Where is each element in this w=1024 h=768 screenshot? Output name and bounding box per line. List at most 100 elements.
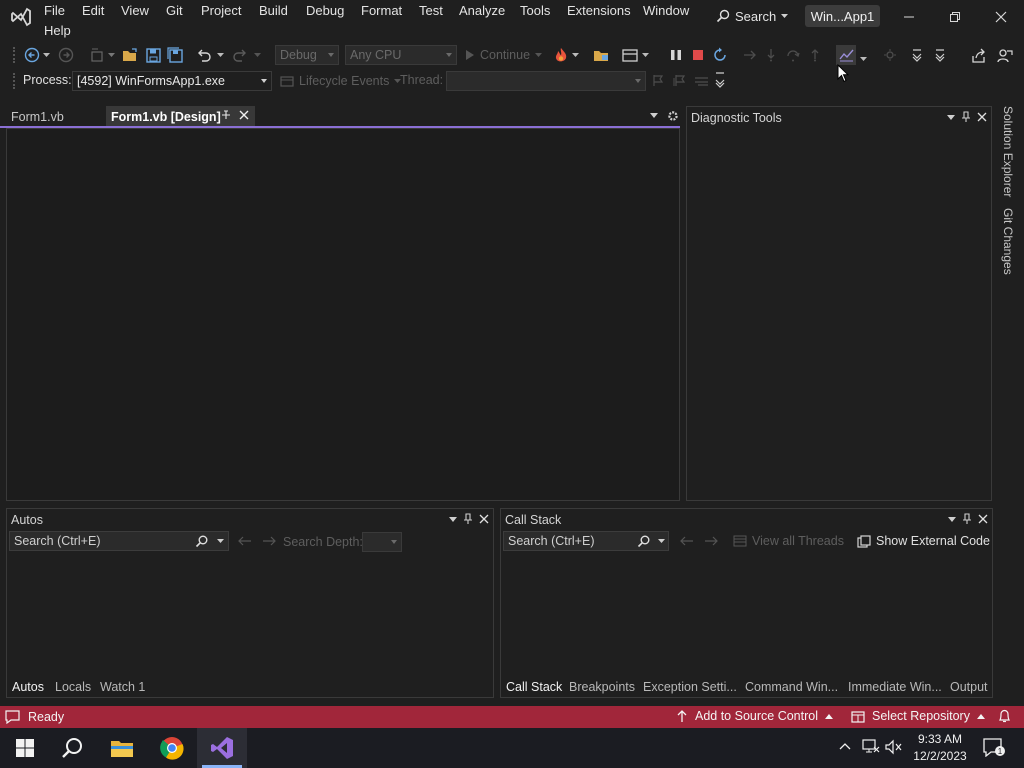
new-item-dropdown[interactable] (106, 46, 116, 64)
open-folder-explorer-button[interactable] (592, 46, 610, 64)
add-to-source-control-button[interactable]: Add to Source Control (676, 709, 833, 723)
redo-dropdown[interactable] (252, 46, 262, 64)
call-stack-search-input[interactable]: Search (Ctrl+E) (503, 531, 669, 551)
menu-format[interactable]: Format (361, 3, 402, 18)
git-changes-tab[interactable]: Git Changes (1001, 208, 1015, 275)
autos-search-input[interactable]: Search (Ctrl+E) (9, 531, 229, 551)
action-center-button[interactable]: 1 (983, 737, 1005, 757)
pin-tab-button[interactable] (221, 109, 231, 121)
search-previous-button[interactable] (680, 536, 694, 546)
menu-build[interactable]: Build (259, 3, 288, 18)
new-item-button[interactable] (88, 46, 106, 64)
file-explorer-button[interactable] (97, 728, 147, 768)
performance-button[interactable] (881, 46, 899, 64)
menu-help[interactable]: Help (44, 23, 71, 38)
search-icon[interactable] (195, 535, 208, 548)
menu-tools[interactable]: Tools (520, 3, 550, 18)
show-next-statement-button[interactable] (741, 46, 759, 64)
toolbar-overflow-button-2[interactable] (931, 46, 949, 64)
solution-explorer-tab[interactable]: Solution Explorer (1001, 106, 1015, 197)
tab-locals[interactable]: Locals (55, 680, 91, 694)
solution-name-badge[interactable]: Win...App1 (805, 5, 880, 27)
search-depth-dropdown[interactable] (362, 532, 402, 552)
show-hidden-icons-button[interactable] (839, 742, 851, 750)
toolbar-overflow-button[interactable] (908, 46, 926, 64)
lifecycle-events-button[interactable]: Lifecycle Events (280, 72, 402, 90)
process-dropdown[interactable]: [4592] WinFormsApp1.exe (72, 71, 272, 91)
menu-project[interactable]: Project (201, 3, 241, 18)
menu-analyze[interactable]: Analyze (459, 3, 505, 18)
window-position-dropdown[interactable] (948, 516, 956, 522)
restore-button[interactable] (944, 6, 966, 28)
thread-dropdown[interactable] (446, 71, 646, 91)
chrome-button[interactable] (147, 728, 197, 768)
visual-studio-taskbar-button[interactable] (197, 728, 247, 768)
search-previous-button[interactable] (238, 536, 252, 546)
solution-platform-dropdown[interactable]: Any CPU (345, 45, 457, 65)
stop-debugging-button[interactable] (689, 46, 707, 64)
hot-reload-dropdown[interactable] (570, 46, 580, 64)
menu-git[interactable]: Git (166, 3, 183, 18)
layout-button[interactable] (621, 46, 639, 64)
tab-settings-button[interactable] (667, 110, 679, 122)
tab-command-window[interactable]: Command Win... (745, 680, 838, 694)
live-share-button[interactable] (970, 46, 988, 64)
chevron-down-icon[interactable] (658, 539, 665, 544)
show-external-code-button[interactable]: Show External Code (857, 534, 990, 548)
search-icon[interactable] (637, 535, 650, 548)
feedback-button[interactable] (996, 46, 1014, 64)
window-position-dropdown[interactable] (449, 516, 457, 522)
select-repository-button[interactable]: Select Repository (851, 709, 985, 723)
diagnostic-tools-toggle-button[interactable] (836, 45, 856, 65)
stack-frame-button[interactable] (694, 74, 710, 87)
notifications-button[interactable] (998, 709, 1011, 724)
start-button[interactable] (0, 728, 50, 768)
menu-window[interactable]: Window (643, 3, 689, 18)
flag-all-threads-button[interactable] (673, 74, 689, 87)
menu-test[interactable]: Test (419, 3, 443, 18)
hot-reload-button[interactable] (552, 46, 570, 64)
close-panel-button[interactable] (977, 112, 987, 122)
auto-hide-button[interactable] (463, 513, 473, 525)
taskbar-search-button[interactable] (47, 728, 97, 768)
continue-button[interactable]: Continue (465, 46, 543, 64)
solution-configuration-dropdown[interactable]: Debug (275, 45, 339, 65)
tab-list-dropdown[interactable] (650, 113, 658, 118)
redo-button[interactable] (231, 46, 249, 64)
restart-button[interactable] (711, 46, 729, 64)
message-icon[interactable] (5, 710, 20, 724)
navigate-back-button[interactable] (23, 46, 41, 64)
search-next-button[interactable] (262, 536, 276, 546)
step-into-button[interactable] (762, 46, 780, 64)
toolbar2-overflow-button[interactable] (714, 71, 726, 89)
search-next-button[interactable] (704, 536, 718, 546)
toolbar-grip[interactable] (13, 73, 15, 89)
save-button[interactable] (144, 46, 162, 64)
step-out-button[interactable] (806, 46, 824, 64)
save-all-button[interactable] (166, 46, 184, 64)
open-file-button[interactable] (121, 46, 139, 64)
step-over-button[interactable] (784, 46, 802, 64)
designer-surface[interactable] (6, 128, 680, 501)
undo-button[interactable] (195, 46, 213, 64)
diagnostic-dropdown[interactable] (858, 50, 868, 68)
taskbar-clock[interactable]: 9:33 AM 12/2/2023 (912, 731, 968, 765)
close-tab-button[interactable] (239, 110, 249, 120)
tab-call-stack[interactable]: Call Stack (506, 680, 562, 694)
window-position-dropdown[interactable] (947, 114, 955, 120)
menu-view[interactable]: View (121, 3, 149, 18)
flag-thread-button[interactable] (652, 74, 664, 87)
undo-dropdown[interactable] (215, 46, 225, 64)
menu-extensions[interactable]: Extensions (567, 3, 631, 18)
menu-edit[interactable]: Edit (82, 3, 104, 18)
auto-hide-button[interactable] (962, 513, 972, 525)
visual-studio-logo-icon[interactable] (10, 6, 32, 28)
break-all-button[interactable] (667, 46, 685, 64)
close-panel-button[interactable] (479, 514, 489, 524)
network-icon[interactable] (862, 739, 880, 755)
search-box[interactable]: Search (716, 6, 789, 26)
close-panel-button[interactable] (978, 514, 988, 524)
tab-immediate-window[interactable]: Immediate Win... (848, 680, 942, 694)
navigate-forward-button[interactable] (57, 46, 75, 64)
menu-file[interactable]: File (44, 3, 65, 18)
